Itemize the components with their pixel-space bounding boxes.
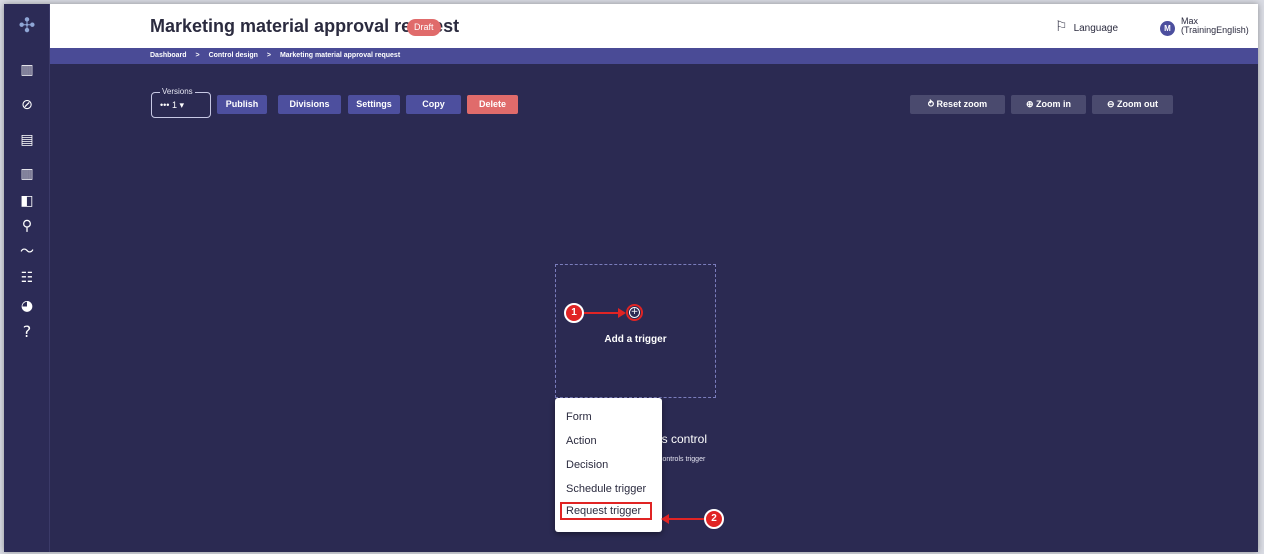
versions-select[interactable]: Versions ••• 1 ▾	[151, 86, 211, 118]
arrow-left-icon	[661, 514, 669, 524]
status-badge: Draft	[407, 19, 441, 36]
sidebar: ✣ ▥ ⊘ ▤ ▥ ◧ ⚲ 〜 ☷ ◕ ?	[4, 4, 50, 552]
flag-icon: ⚐	[1055, 19, 1068, 35]
menu-item-action[interactable]: Action	[566, 434, 597, 448]
settings-button[interactable]: Settings	[348, 95, 400, 114]
dashboard-icon[interactable]: ▥	[17, 60, 37, 80]
zoom-out-button[interactable]: ⊖ Zoom out	[1092, 95, 1173, 114]
menu-item-schedule-trigger[interactable]: Schedule trigger	[566, 482, 646, 496]
menu-item-form[interactable]: Form	[566, 410, 592, 424]
reset-zoom-button[interactable]: ⥁ Reset zoom	[910, 95, 1005, 114]
breadcrumb-separator: >	[195, 52, 200, 59]
publish-button[interactable]: Publish	[217, 95, 267, 114]
trend-icon[interactable]: 〜	[17, 242, 37, 262]
report-icon[interactable]: ▥	[17, 164, 37, 184]
breadcrumb-item-dashboard[interactable]: Dashboard	[150, 52, 187, 59]
language-label: Language	[1073, 23, 1119, 34]
library-icon[interactable]: ◧	[17, 191, 37, 211]
top-header: Marketing material approval request Draf…	[50, 4, 1258, 48]
zoom-in-button[interactable]: ⊕ Zoom in	[1011, 95, 1086, 114]
breadcrumb-item-current: Marketing material approval request	[279, 52, 401, 59]
callout-marker-1: 1	[564, 303, 584, 323]
windmill-logo-icon[interactable]: ✣	[15, 14, 39, 38]
arrow-right-icon	[618, 308, 626, 318]
shield-icon[interactable]: ◕	[17, 296, 37, 316]
chat-icon[interactable]: ▤	[17, 130, 37, 150]
trigger-type-menu: Form Action Decision Schedule trigger Re…	[555, 398, 662, 532]
callout-arrow-2	[668, 518, 704, 520]
versions-label: Versions	[160, 86, 195, 97]
divisions-button[interactable]: Divisions	[278, 95, 341, 114]
user-name[interactable]: Max (TrainingEnglish)	[1181, 17, 1249, 35]
check-circle-icon[interactable]: ⊘	[17, 95, 37, 115]
breadcrumb-item-control-design[interactable]: Control design	[209, 52, 258, 59]
help-icon[interactable]: ?	[17, 322, 37, 342]
control-hint-subtitle: controls trigger	[659, 456, 706, 463]
breadcrumb-separator: >	[266, 52, 271, 59]
callout-arrow-1	[584, 312, 620, 314]
sliders-icon[interactable]: ☷	[17, 268, 37, 288]
app-window: ✣ ▥ ⊘ ▤ ▥ ◧ ⚲ 〜 ☷ ◕ ? Marketing material…	[4, 4, 1258, 552]
highlight-ring	[626, 304, 643, 321]
control-hint-title: is control	[659, 432, 708, 446]
search-icon[interactable]: ⚲	[17, 216, 37, 236]
add-trigger-label[interactable]: Add a trigger	[555, 334, 716, 345]
delete-button[interactable]: Delete	[467, 95, 518, 114]
menu-item-request-trigger[interactable]: Request trigger	[566, 504, 641, 518]
language-button[interactable]: ⚐ Language	[1055, 18, 1118, 36]
avatar[interactable]: M	[1160, 21, 1175, 36]
menu-item-decision[interactable]: Decision	[566, 458, 608, 472]
breadcrumb-bar: Dashboard > Control design > Marketing m…	[50, 48, 1258, 64]
add-trigger-dropzone[interactable]	[555, 264, 716, 398]
callout-marker-2: 2	[704, 509, 724, 529]
versions-value: ••• 1 ▾	[160, 100, 184, 110]
copy-button[interactable]: Copy	[406, 95, 461, 114]
breadcrumb: Dashboard > Control design > Marketing m…	[150, 50, 400, 62]
